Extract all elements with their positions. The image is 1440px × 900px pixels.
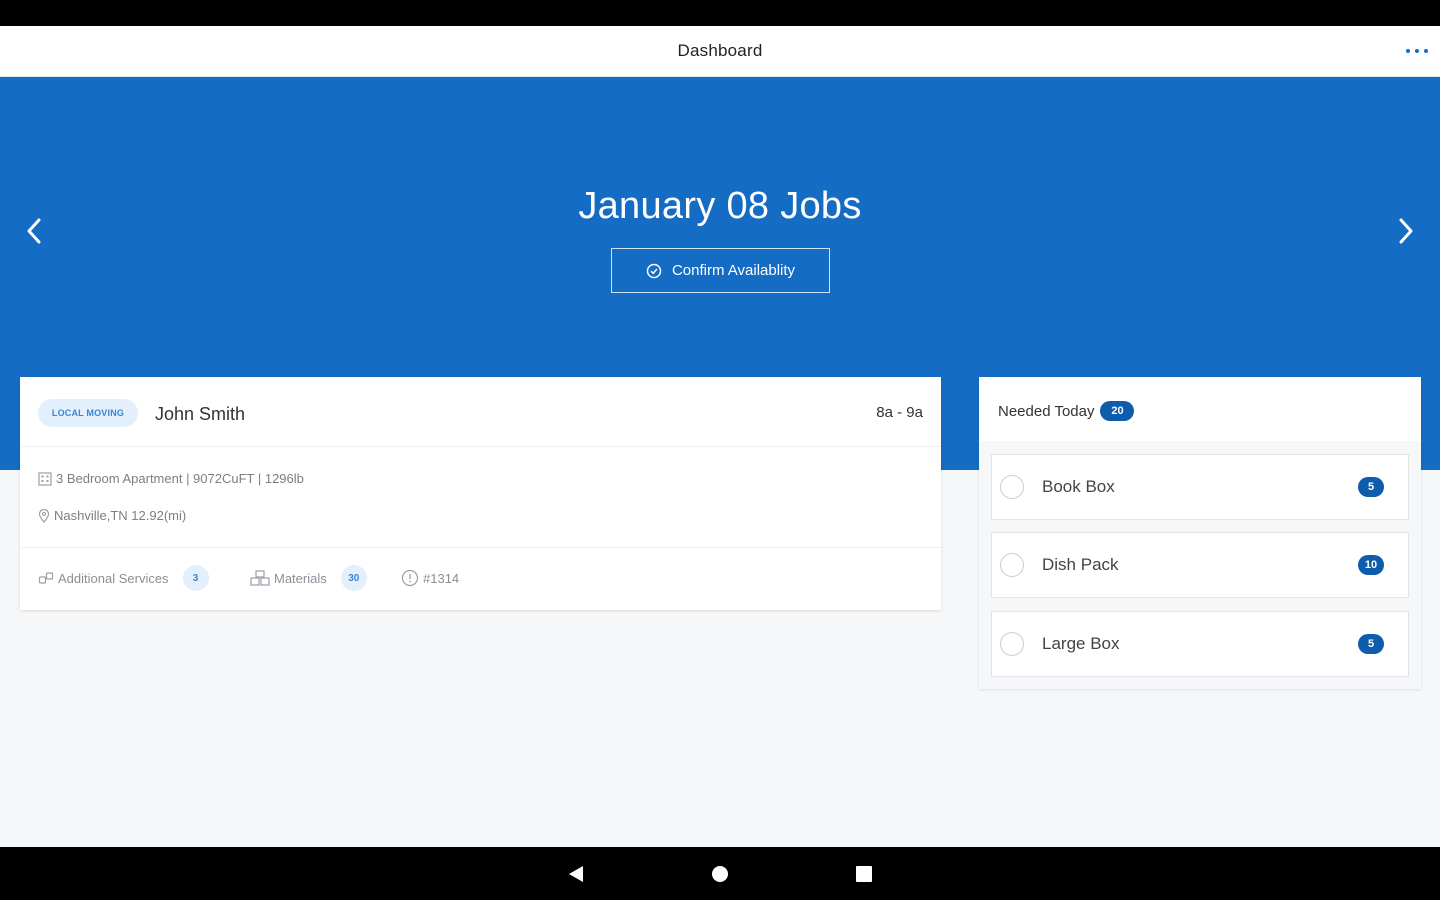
additional-services-link[interactable]: Additional Services 3 [38, 564, 209, 592]
job-location-text: Nashville,TN 12.92(mi) [54, 508, 187, 523]
confirm-availability-button[interactable]: Confirm Availablity [611, 248, 830, 293]
job-id-text: #1314 [423, 570, 460, 586]
job-size-info: 3 Bedroom Apartment | 9072CuFT | 1296lb [38, 471, 304, 486]
needed-item-count: 5 [1358, 477, 1384, 497]
materials-count: 30 [340, 565, 367, 591]
item-checkbox[interactable] [1000, 475, 1024, 499]
needed-item[interactable]: Large Box 5 [991, 611, 1409, 677]
job-card[interactable]: LOCAL MOVING John Smith 8a - 9a 3 Bedroo… [20, 377, 941, 610]
needed-item-label: Large Box [1042, 634, 1120, 653]
needed-item-count: 5 [1358, 634, 1384, 654]
back-triangle-icon [569, 866, 583, 882]
item-checkbox[interactable] [1000, 632, 1024, 656]
needed-today-header: Needed Today 20 [979, 377, 1421, 441]
status-bar [0, 0, 1440, 26]
system-home-button[interactable] [707, 861, 733, 887]
needed-item-label: Book Box [1042, 477, 1115, 496]
boxes-icon [250, 570, 270, 586]
customer-name: John Smith [155, 404, 246, 424]
system-recents-button[interactable] [851, 861, 877, 887]
materials-label: Materials [274, 570, 327, 586]
home-circle-icon [712, 866, 728, 882]
chevron-right-icon [1399, 218, 1413, 244]
needed-today-panel: Needed Today 20 Book Box 5 Dish Pack 10 … [979, 377, 1421, 689]
needed-item-count: 10 [1358, 555, 1384, 575]
overflow-menu-button[interactable] [1404, 38, 1430, 64]
additional-services-label: Additional Services [58, 570, 169, 586]
job-location-info: Nashville,TN 12.92(mi) [38, 508, 186, 523]
needed-item-label: Dish Pack [1042, 555, 1119, 574]
link-icon [38, 572, 54, 584]
job-time-window: 8a - 9a [876, 404, 923, 421]
building-icon [38, 471, 52, 486]
item-checkbox[interactable] [1000, 553, 1024, 577]
job-card-header: LOCAL MOVING John Smith 8a - 9a [20, 377, 941, 447]
more-horizontal-icon [1406, 49, 1428, 53]
system-back-button[interactable] [563, 861, 589, 887]
system-nav-bar [0, 847, 1440, 900]
job-type-tag: LOCAL MOVING [38, 399, 138, 427]
needed-item[interactable]: Book Box 5 [991, 454, 1409, 520]
job-size-text: 3 Bedroom Apartment | 9072CuFT | 1296lb [56, 471, 304, 486]
info-circle-icon [401, 569, 419, 587]
page-title: Dashboard [677, 41, 763, 60]
recents-square-icon [856, 866, 872, 882]
check-circle-icon [646, 263, 662, 278]
additional-services-count: 3 [182, 565, 209, 591]
needed-today-label: Needed Today [998, 402, 1095, 420]
next-day-button[interactable] [1386, 211, 1426, 251]
jobs-date-title: January 08 Jobs [578, 185, 862, 227]
materials-link[interactable]: Materials 30 [250, 564, 367, 592]
job-id: #1314 [401, 564, 459, 592]
confirm-availability-label: Confirm Availablity [671, 262, 796, 279]
map-pin-icon [38, 508, 50, 523]
needed-item[interactable]: Dish Pack 10 [991, 532, 1409, 598]
job-card-details: 3 Bedroom Apartment | 9072CuFT | 1296lb … [20, 447, 941, 548]
app-bar: Dashboard [0, 26, 1440, 77]
needed-today-count: 20 [1100, 401, 1135, 421]
job-card-footer: Additional Services 3 Materials 30 #1314 [20, 548, 941, 610]
needed-today-title: Needed Today 20 [998, 401, 1135, 421]
